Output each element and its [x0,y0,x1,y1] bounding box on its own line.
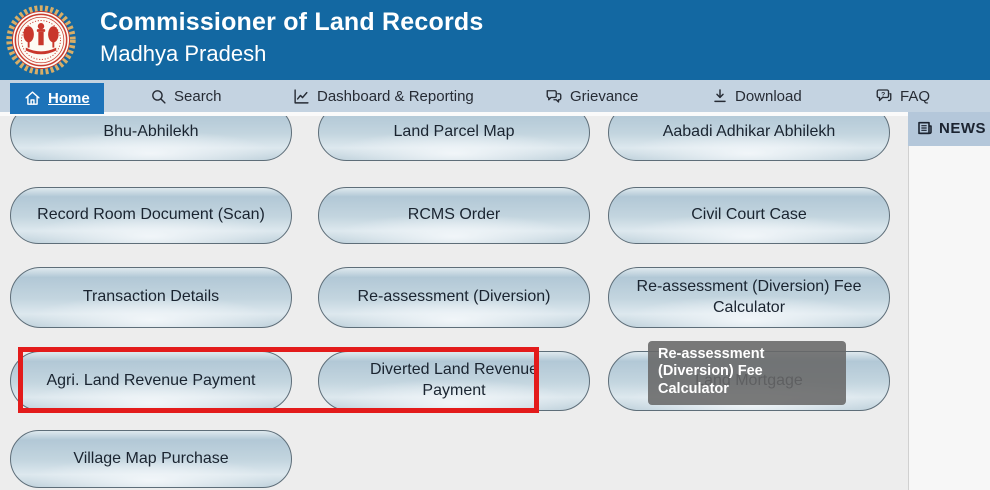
line-chart-icon [293,88,310,105]
nav-label-search: Search [174,88,222,105]
nav-label-dashboard-reporting: Dashboard & Reporting [317,88,474,105]
bhu-abhilekh-button[interactable]: Bhu-Abhilekh [10,116,292,161]
nav-item-home[interactable]: Home [10,83,104,114]
nav-item-download[interactable]: Download [712,80,802,112]
nav-item-search[interactable]: Search [150,80,222,112]
home-icon [24,90,41,107]
newspaper-icon [917,120,933,136]
news-label: NEWS [939,120,986,137]
nav-label-grievance: Grievance [570,88,638,105]
nav-label-download: Download [735,88,802,105]
civil-court-case-button[interactable]: Civil Court Case [608,187,890,244]
news-header: NEWS [908,110,990,146]
diverted-land-revenue-payment-button[interactable]: Diverted Land Revenue Payment [318,351,590,411]
transaction-details-button[interactable]: Transaction Details [10,267,292,328]
search-icon [150,88,167,105]
nav-label-faq: FAQ [900,88,930,105]
chat-bubbles-icon [545,87,563,105]
download-icon [712,88,728,104]
page-title: Commissioner of Land Records [100,7,483,37]
faq-bubble-icon: ? [875,87,893,105]
aabadi-adhikar-abhilekh-button[interactable]: Aabadi Adhikar Abhilekh [608,116,890,161]
page-subtitle: Madhya Pradesh [100,41,483,67]
news-panel [908,146,990,490]
land-parcel-map-button[interactable]: Land Parcel Map [318,116,590,161]
nav-item-faq[interactable]: ? FAQ [875,80,930,112]
tooltip: Re-assessment (Diversion) Fee Calculator [648,341,846,405]
record-room-document-scan-button[interactable]: Record Room Document (Scan) [10,187,292,244]
re-assessment-diversion-button[interactable]: Re-assessment (Diversion) [318,267,590,328]
svg-text:?: ? [881,91,885,98]
app-header: Commissioner of Land Records Madhya Prad… [0,0,990,80]
services-grid: Bhu-Abhilekh Land Parcel Map Aabadi Adhi… [0,116,908,490]
nav-item-dashboard-reporting[interactable]: Dashboard & Reporting [293,80,474,112]
news-sidebar: NEWS [908,110,990,490]
agri-land-revenue-payment-button[interactable]: Agri. Land Revenue Payment [10,351,292,411]
nav-label-home: Home [48,90,90,107]
village-map-purchase-button[interactable]: Village Map Purchase [10,430,292,488]
rcms-order-button[interactable]: RCMS Order [318,187,590,244]
re-assessment-diversion-fee-calculator-button[interactable]: Re-assessment (Diversion) Fee Calculator [608,267,890,328]
mp-government-emblem-icon [2,2,80,78]
main-navigation: Home Search Dashboard & Reporting Grieva… [0,80,990,112]
nav-item-grievance[interactable]: Grievance [545,80,638,112]
